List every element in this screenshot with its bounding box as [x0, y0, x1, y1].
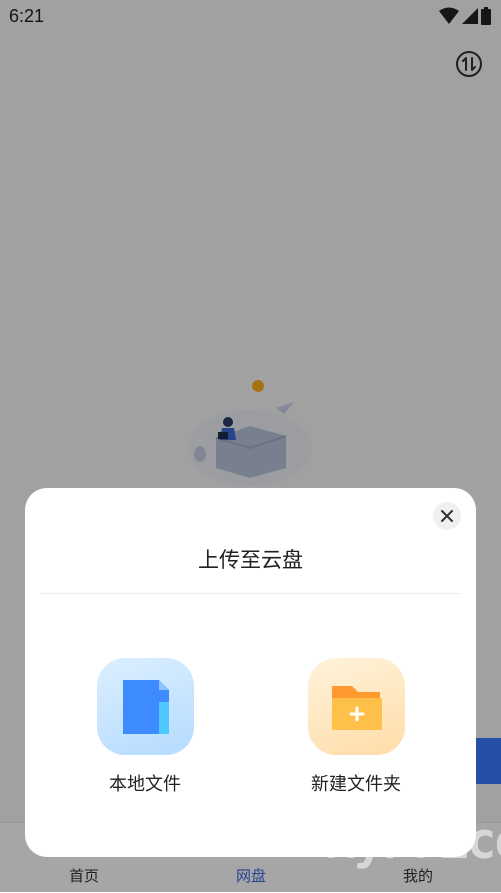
new-folder-tile[interactable] — [307, 658, 405, 755]
new-folder-icon — [331, 686, 382, 730]
local-file-tile[interactable] — [96, 658, 194, 755]
upload-sheet: 上传至云盘 本地文件 新建文件夹 — [25, 488, 476, 857]
close-icon — [441, 510, 453, 522]
local-file-icon — [122, 680, 169, 734]
watermark: MyPrice — [326, 812, 501, 870]
close-button[interactable] — [433, 502, 461, 530]
sheet-title: 上传至云盘 — [198, 548, 303, 572]
local-file-option[interactable]: 本地文件 — [70, 658, 220, 796]
new-folder-option[interactable]: 新建文件夹 — [281, 658, 431, 796]
local-file-label: 本地文件 — [109, 774, 181, 795]
new-folder-label: 新建文件夹 — [311, 774, 401, 795]
divider — [40, 593, 461, 594]
